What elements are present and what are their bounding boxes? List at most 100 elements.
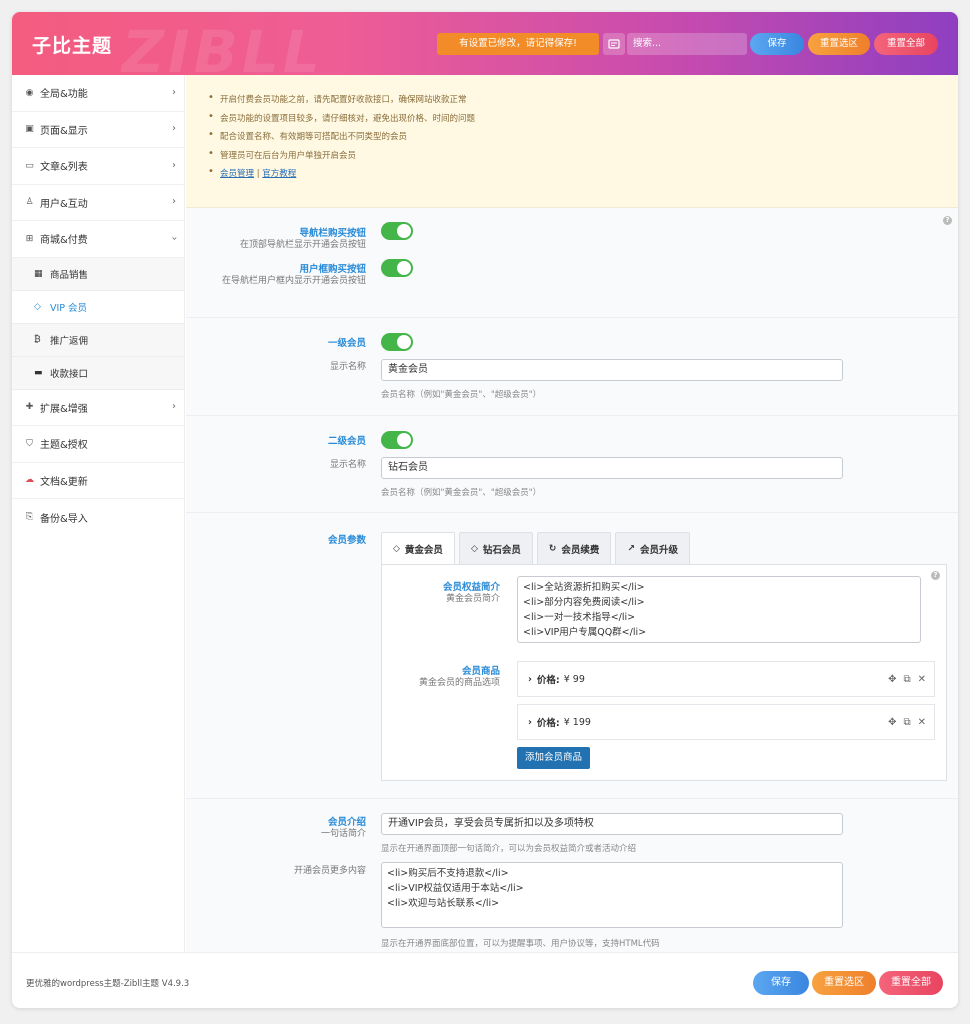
textarea-line: <li>购买后不支持退款</li> [387,868,509,879]
chevron-right-icon: › [528,716,532,728]
footer-reset-all-button[interactable]: 重置全部 [879,971,943,995]
chevron-right-icon: › [172,196,176,208]
sidebar-item-shop[interactable]: ⊞ 商城&付费 › [12,221,184,258]
shop-submenu: ▦ 商品销售 ◇ VIP 会员 ₿ 推广返佣 ▬ 收款接口 [12,257,184,390]
level1-toggle[interactable] [381,333,413,351]
benefit-textarea[interactable]: <li>全站资源折扣购买</li> <li>部分内容免费阅读</li> <li>… [517,576,921,643]
puzzle-icon: ✚ [25,402,34,413]
row-actions: ✥ ⧉ ✕ [888,717,926,728]
level1-section: 一级会员 显示名称 黄金会员 会员名称（例如"黄金会员"、"超级会员"） [186,318,958,416]
intro-input[interactable]: 开通VIP会员，享受会员专属折扣以及多项特权 [381,813,843,835]
bitcoin-icon: ₿ [34,335,41,345]
price-row[interactable]: › 价格: ¥ 99 ✥ ⧉ ✕ [517,661,935,697]
notice-line: 开启付费会员功能之前，请先配置好收款接口，确保网站收款正常 [208,92,475,112]
intro-desc: 一句话简介 [320,829,366,839]
footer-save-button[interactable]: 保存 [753,971,809,995]
sidebar-sub-item-label: 商品销售 [50,269,89,281]
notice-line: 管理员可在后台为用户单独开启会员 [208,148,475,168]
buy-button-section: ? 导航栏购买按钮 在顶部导航栏显示开通会员按钮 用户框购买按钮 在导航栏用户框… [186,208,958,318]
sidebar-item-label: 文档&更新 [40,476,88,488]
move-icon[interactable]: ✥ [888,717,896,728]
search-input[interactable]: 搜索... [627,33,747,55]
textarea-line: <li>全站资源折扣购买</li> [523,582,645,593]
tab-gold[interactable]: ◇ 黄金会员 [381,532,455,564]
sidebar-item-users[interactable]: ♙ 用户&互动 › [12,185,184,221]
reset-section-button[interactable]: 重置选区 [808,33,870,55]
sidebar-item-docs[interactable]: ☁ 文档&更新 [12,463,184,499]
member-management-link[interactable]: 会员管理 [220,169,254,179]
level2-hint: 会员名称（例如"黄金会员"、"超级会员"） [381,488,542,498]
sidebar-item-label: 商城&付费 [40,235,88,247]
tab-label: 黄金会员 [404,544,443,556]
help-icon[interactable]: ? [931,571,940,580]
search-icon[interactable] [603,33,625,55]
header-bar: ZIBLL 子比主题 有设置已修改，请记得保存! 搜索... 保存 重置选区 重… [12,12,958,86]
member-params-label: 会员参数 [327,535,366,546]
chevron-right-icon: › [172,123,176,135]
level1-hint: 会员名称（例如"黄金会员"、"超级会员"） [381,390,542,400]
sidebar-sub-item-vip[interactable]: ◇ VIP 会员 [12,290,184,324]
move-icon[interactable]: ✥ [888,674,896,685]
sidebar-item-extensions[interactable]: ✚ 扩展&增强 › [12,390,184,426]
chevron-right-icon: › [172,159,176,171]
sidebar-sub-item-affiliate[interactable]: ₿ 推广返佣 [12,324,184,357]
sidebar-item-label: 全局&功能 [40,89,88,101]
link-separator: | [256,169,260,179]
shop-icon: ▦ [34,268,43,279]
footer-reset-section-button[interactable]: 重置选区 [812,971,876,995]
copy-icon[interactable]: ⧉ [903,674,910,685]
level1-name-input[interactable]: 黄金会员 [381,359,843,381]
content-area: 开启付费会员功能之前，请先配置好收款接口，确保网站收款正常 会员功能的设置项目较… [186,75,958,952]
textarea-line: <li>部分内容免费阅读</li> [523,597,645,608]
benefit-label: 会员权益简介 [442,582,500,593]
member-tabs: ◇ 黄金会员 ◇ 钻石会员 ↻ 会员续费 ↗ 会员升级 [381,532,694,564]
sidebar-item-label: 主题&授权 [40,440,88,452]
close-icon[interactable]: ✕ [918,674,926,685]
shield-icon: ⛉ [26,438,33,449]
nav-buy-desc: 在顶部导航栏显示开通会员按钮 [239,240,366,250]
price-key: 价格: [536,675,560,686]
sidebar-item-page[interactable]: ▣ 页面&显示 › [12,112,184,148]
level2-toggle[interactable] [381,431,413,449]
nav-buy-label: 导航栏购买按钮 [299,228,366,239]
price-value: ¥ 99 [563,673,585,685]
settings-frame: ZIBLL 子比主题 有设置已修改，请记得保存! 搜索... 保存 重置选区 重… [12,12,958,1008]
level2-label: 二级会员 [327,436,366,447]
sidebar-item-global[interactable]: ◉ 全局&功能 › [12,75,184,112]
tab-renew[interactable]: ↻ 会员续费 [536,532,612,564]
nav-buy-toggle[interactable] [381,222,413,240]
reset-all-button[interactable]: 重置全部 [874,33,938,55]
textarea-line: <li>VIP权益仅适用于本站</li> [387,883,524,894]
add-product-button[interactable]: 添加会员商品 [517,747,591,769]
unsaved-notice: 有设置已修改，请记得保存! [437,33,599,55]
sidebar-item-backup[interactable]: ⎘ 备份&导入 [12,499,184,536]
sidebar-sub-item-label: 收款接口 [50,368,89,380]
official-tutorial-link[interactable]: 官方教程 [262,169,296,179]
textarea-line: <li>欢迎与站长联系</li> [387,898,500,909]
sidebar-sub-item-payment[interactable]: ▬ 收款接口 [12,357,184,390]
sidebar-item-posts[interactable]: ▭ 文章&列表 › [12,148,184,185]
tab-diamond[interactable]: ◇ 钻石会员 [458,532,533,564]
calendar-icon: ▣ [25,124,34,135]
settings-icon: ◉ [25,87,34,98]
copy-icon[interactable]: ⧉ [903,717,910,728]
chart-line-icon: ↗ [627,543,635,554]
user-buy-toggle[interactable] [381,259,413,277]
intro-more-textarea[interactable]: <li>购买后不支持退款</li> <li>VIP权益仅适用于本站</li> <… [381,862,843,928]
chevron-right-icon: › [172,86,176,98]
help-icon[interactable]: ? [943,216,952,225]
price-value: ¥ 199 [563,716,591,728]
chevron-down-icon: › [168,236,180,241]
user-icon: ♙ [25,197,34,208]
tab-upgrade[interactable]: ↗ 会员升级 [615,532,690,564]
level2-name-input[interactable]: 钻石会员 [381,457,843,479]
intro-label: 会员介绍 [327,817,366,828]
sidebar: ◉ 全局&功能 › ▣ 页面&显示 › ▭ 文章&列表 › ♙ 用户&互动 › … [12,75,185,952]
sidebar-item-license[interactable]: ⛉ 主题&授权 [12,426,184,463]
price-row[interactable]: › 价格: ¥ 199 ✥ ⧉ ✕ [517,704,935,740]
sidebar-sub-item-products[interactable]: ▦ 商品销售 [12,258,184,291]
close-icon[interactable]: ✕ [918,717,926,728]
member-params-section: 会员参数 ◇ 黄金会员 ◇ 钻石会员 ↻ 会员续费 ↗ 会员升级 ? 会员权益简… [186,513,958,799]
textarea-line: <li>VIP用户专属QQ群</li> [523,627,647,638]
save-button[interactable]: 保存 [750,33,804,55]
